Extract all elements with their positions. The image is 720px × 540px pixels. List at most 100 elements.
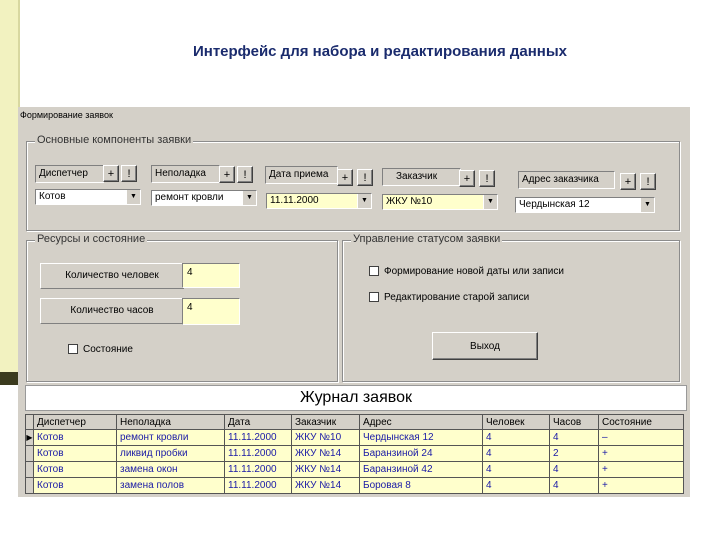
- chevron-down-icon[interactable]: ▼: [483, 195, 497, 209]
- table-row[interactable]: ▶ Котов ремонт кровли 11.11.2000 ЖКУ №10…: [25, 429, 684, 446]
- chevron-down-icon[interactable]: ▼: [640, 198, 654, 212]
- fault-select[interactable]: ремонт кровли ▼: [151, 190, 257, 206]
- cell-hours[interactable]: 2: [549, 445, 599, 462]
- cell-customer[interactable]: ЖКУ №14: [291, 445, 360, 462]
- customer-add-button[interactable]: +: [459, 170, 475, 187]
- new-date-checkbox[interactable]: Формирование новой даты или записи: [369, 266, 564, 277]
- cell-people[interactable]: 4: [482, 477, 550, 494]
- cell-hours[interactable]: 4: [549, 461, 599, 478]
- cell-dispatcher[interactable]: Котов: [33, 477, 117, 494]
- checkbox-icon[interactable]: [68, 344, 78, 355]
- cell-date[interactable]: 11.11.2000: [224, 445, 292, 462]
- col-header[interactable]: Адрес: [359, 414, 483, 430]
- date-select[interactable]: 11.11.2000 ▼: [266, 193, 372, 209]
- resources-title: Ресурсы и состояние: [35, 233, 148, 245]
- cell-address[interactable]: Баранзиной 42: [359, 461, 483, 478]
- dispatcher-edit-button[interactable]: !: [121, 165, 137, 182]
- cell-hours[interactable]: 4: [549, 429, 599, 446]
- exit-button[interactable]: Выход: [432, 332, 538, 360]
- cell-customer[interactable]: ЖКУ №14: [291, 477, 360, 494]
- dispatcher-select[interactable]: Котов ▼: [35, 189, 141, 205]
- date-label: Дата приема: [265, 166, 338, 184]
- slide-side-accent: [0, 372, 18, 385]
- fault-add-button[interactable]: +: [219, 166, 235, 183]
- dispatcher-value: Котов: [39, 191, 66, 202]
- cell-hours[interactable]: 4: [549, 477, 599, 494]
- cell-people[interactable]: 4: [482, 429, 550, 446]
- cell-state[interactable]: +: [598, 461, 684, 478]
- date-edit-button[interactable]: !: [357, 169, 373, 186]
- cell-people[interactable]: 4: [482, 461, 550, 478]
- customer-edit-button[interactable]: !: [479, 170, 495, 187]
- col-header[interactable]: Неполадка: [116, 414, 225, 430]
- cell-state[interactable]: –: [598, 429, 684, 446]
- edit-old-label: Редактирование старой записи: [384, 292, 530, 303]
- col-header[interactable]: Часов: [549, 414, 599, 430]
- cell-people[interactable]: 4: [482, 445, 550, 462]
- current-row-indicator-icon: ▶: [25, 429, 34, 446]
- state-checkbox-label: Состояние: [83, 344, 133, 355]
- fault-value: ремонт кровли: [155, 192, 224, 203]
- col-header[interactable]: Состояние: [598, 414, 684, 430]
- cell-fault[interactable]: ремонт кровли: [116, 429, 225, 446]
- cell-state[interactable]: +: [598, 477, 684, 494]
- col-header[interactable]: Диспетчер: [33, 414, 117, 430]
- edit-old-checkbox[interactable]: Редактирование старой записи: [369, 292, 529, 303]
- table-row[interactable]: Котов замена полов 11.11.2000 ЖКУ №14 Бо…: [25, 477, 684, 494]
- cell-address[interactable]: Баранзиной 24: [359, 445, 483, 462]
- people-count-input[interactable]: 4: [182, 263, 240, 288]
- col-header[interactable]: Человек: [482, 414, 550, 430]
- cell-fault[interactable]: замена полов: [116, 477, 225, 494]
- row-indicator-header: [25, 414, 34, 430]
- col-header[interactable]: Заказчик: [291, 414, 360, 430]
- address-add-button[interactable]: +: [620, 173, 636, 190]
- people-count-label: Количество человек: [40, 263, 184, 289]
- date-add-button[interactable]: +: [337, 169, 353, 186]
- row-indicator: [25, 445, 34, 462]
- dispatcher-label: Диспетчер: [35, 165, 104, 183]
- date-value: 11.11.2000: [270, 195, 319, 206]
- cell-date[interactable]: 11.11.2000: [224, 477, 292, 494]
- table-row[interactable]: Котов ликвид пробки 11.11.2000 ЖКУ №14 Б…: [25, 445, 684, 462]
- new-date-label: Формирование новой даты или записи: [384, 266, 564, 277]
- chevron-down-icon[interactable]: ▼: [242, 191, 256, 205]
- cell-dispatcher[interactable]: Котов: [33, 429, 117, 446]
- customer-value: ЖКУ №10: [386, 196, 433, 207]
- address-label: Адрес заказчика: [518, 171, 615, 189]
- cell-fault[interactable]: ликвид пробки: [116, 445, 225, 462]
- fault-edit-button[interactable]: !: [237, 166, 253, 183]
- checkbox-icon[interactable]: [369, 266, 379, 277]
- hours-count-input[interactable]: 4: [182, 298, 240, 325]
- state-checkbox[interactable]: Состояние: [68, 344, 133, 355]
- address-edit-button[interactable]: !: [640, 173, 656, 190]
- cell-address[interactable]: Чердынская 12: [359, 429, 483, 446]
- journal-header-row: Диспетчер Неполадка Дата Заказчик Адрес …: [25, 414, 684, 430]
- cell-customer[interactable]: ЖКУ №10: [291, 429, 360, 446]
- cell-state[interactable]: +: [598, 445, 684, 462]
- chevron-down-icon[interactable]: ▼: [357, 194, 371, 208]
- status-group: Управление статусом заявки: [342, 233, 680, 382]
- dispatcher-add-button[interactable]: +: [103, 165, 119, 182]
- col-header[interactable]: Дата: [224, 414, 292, 430]
- table-row[interactable]: Котов замена окон 11.11.2000 ЖКУ №14 Бар…: [25, 461, 684, 478]
- cell-fault[interactable]: замена окон: [116, 461, 225, 478]
- fault-label: Неполадка: [151, 165, 220, 183]
- cell-customer[interactable]: ЖКУ №14: [291, 461, 360, 478]
- cell-date[interactable]: 11.11.2000: [224, 429, 292, 446]
- address-select[interactable]: Чердынская 12 ▼: [515, 197, 655, 213]
- main-components-title: Основные компоненты заявки: [35, 134, 194, 146]
- cell-dispatcher[interactable]: Котов: [33, 445, 117, 462]
- window-title: Формирование заявок: [20, 110, 113, 120]
- journal-table: Диспетчер Неполадка Дата Заказчик Адрес …: [25, 414, 684, 494]
- cell-dispatcher[interactable]: Котов: [33, 461, 117, 478]
- hours-count-label: Количество часов: [40, 298, 184, 324]
- customer-select[interactable]: ЖКУ №10 ▼: [382, 194, 498, 210]
- customer-label: Заказчик: [382, 168, 461, 186]
- cell-address[interactable]: Боровая 8: [359, 477, 483, 494]
- checkbox-icon[interactable]: [369, 292, 379, 303]
- row-indicator: [25, 477, 34, 494]
- chevron-down-icon[interactable]: ▼: [126, 190, 140, 204]
- journal-title: Журнал заявок: [25, 385, 687, 411]
- status-title: Управление статусом заявки: [351, 233, 503, 245]
- cell-date[interactable]: 11.11.2000: [224, 461, 292, 478]
